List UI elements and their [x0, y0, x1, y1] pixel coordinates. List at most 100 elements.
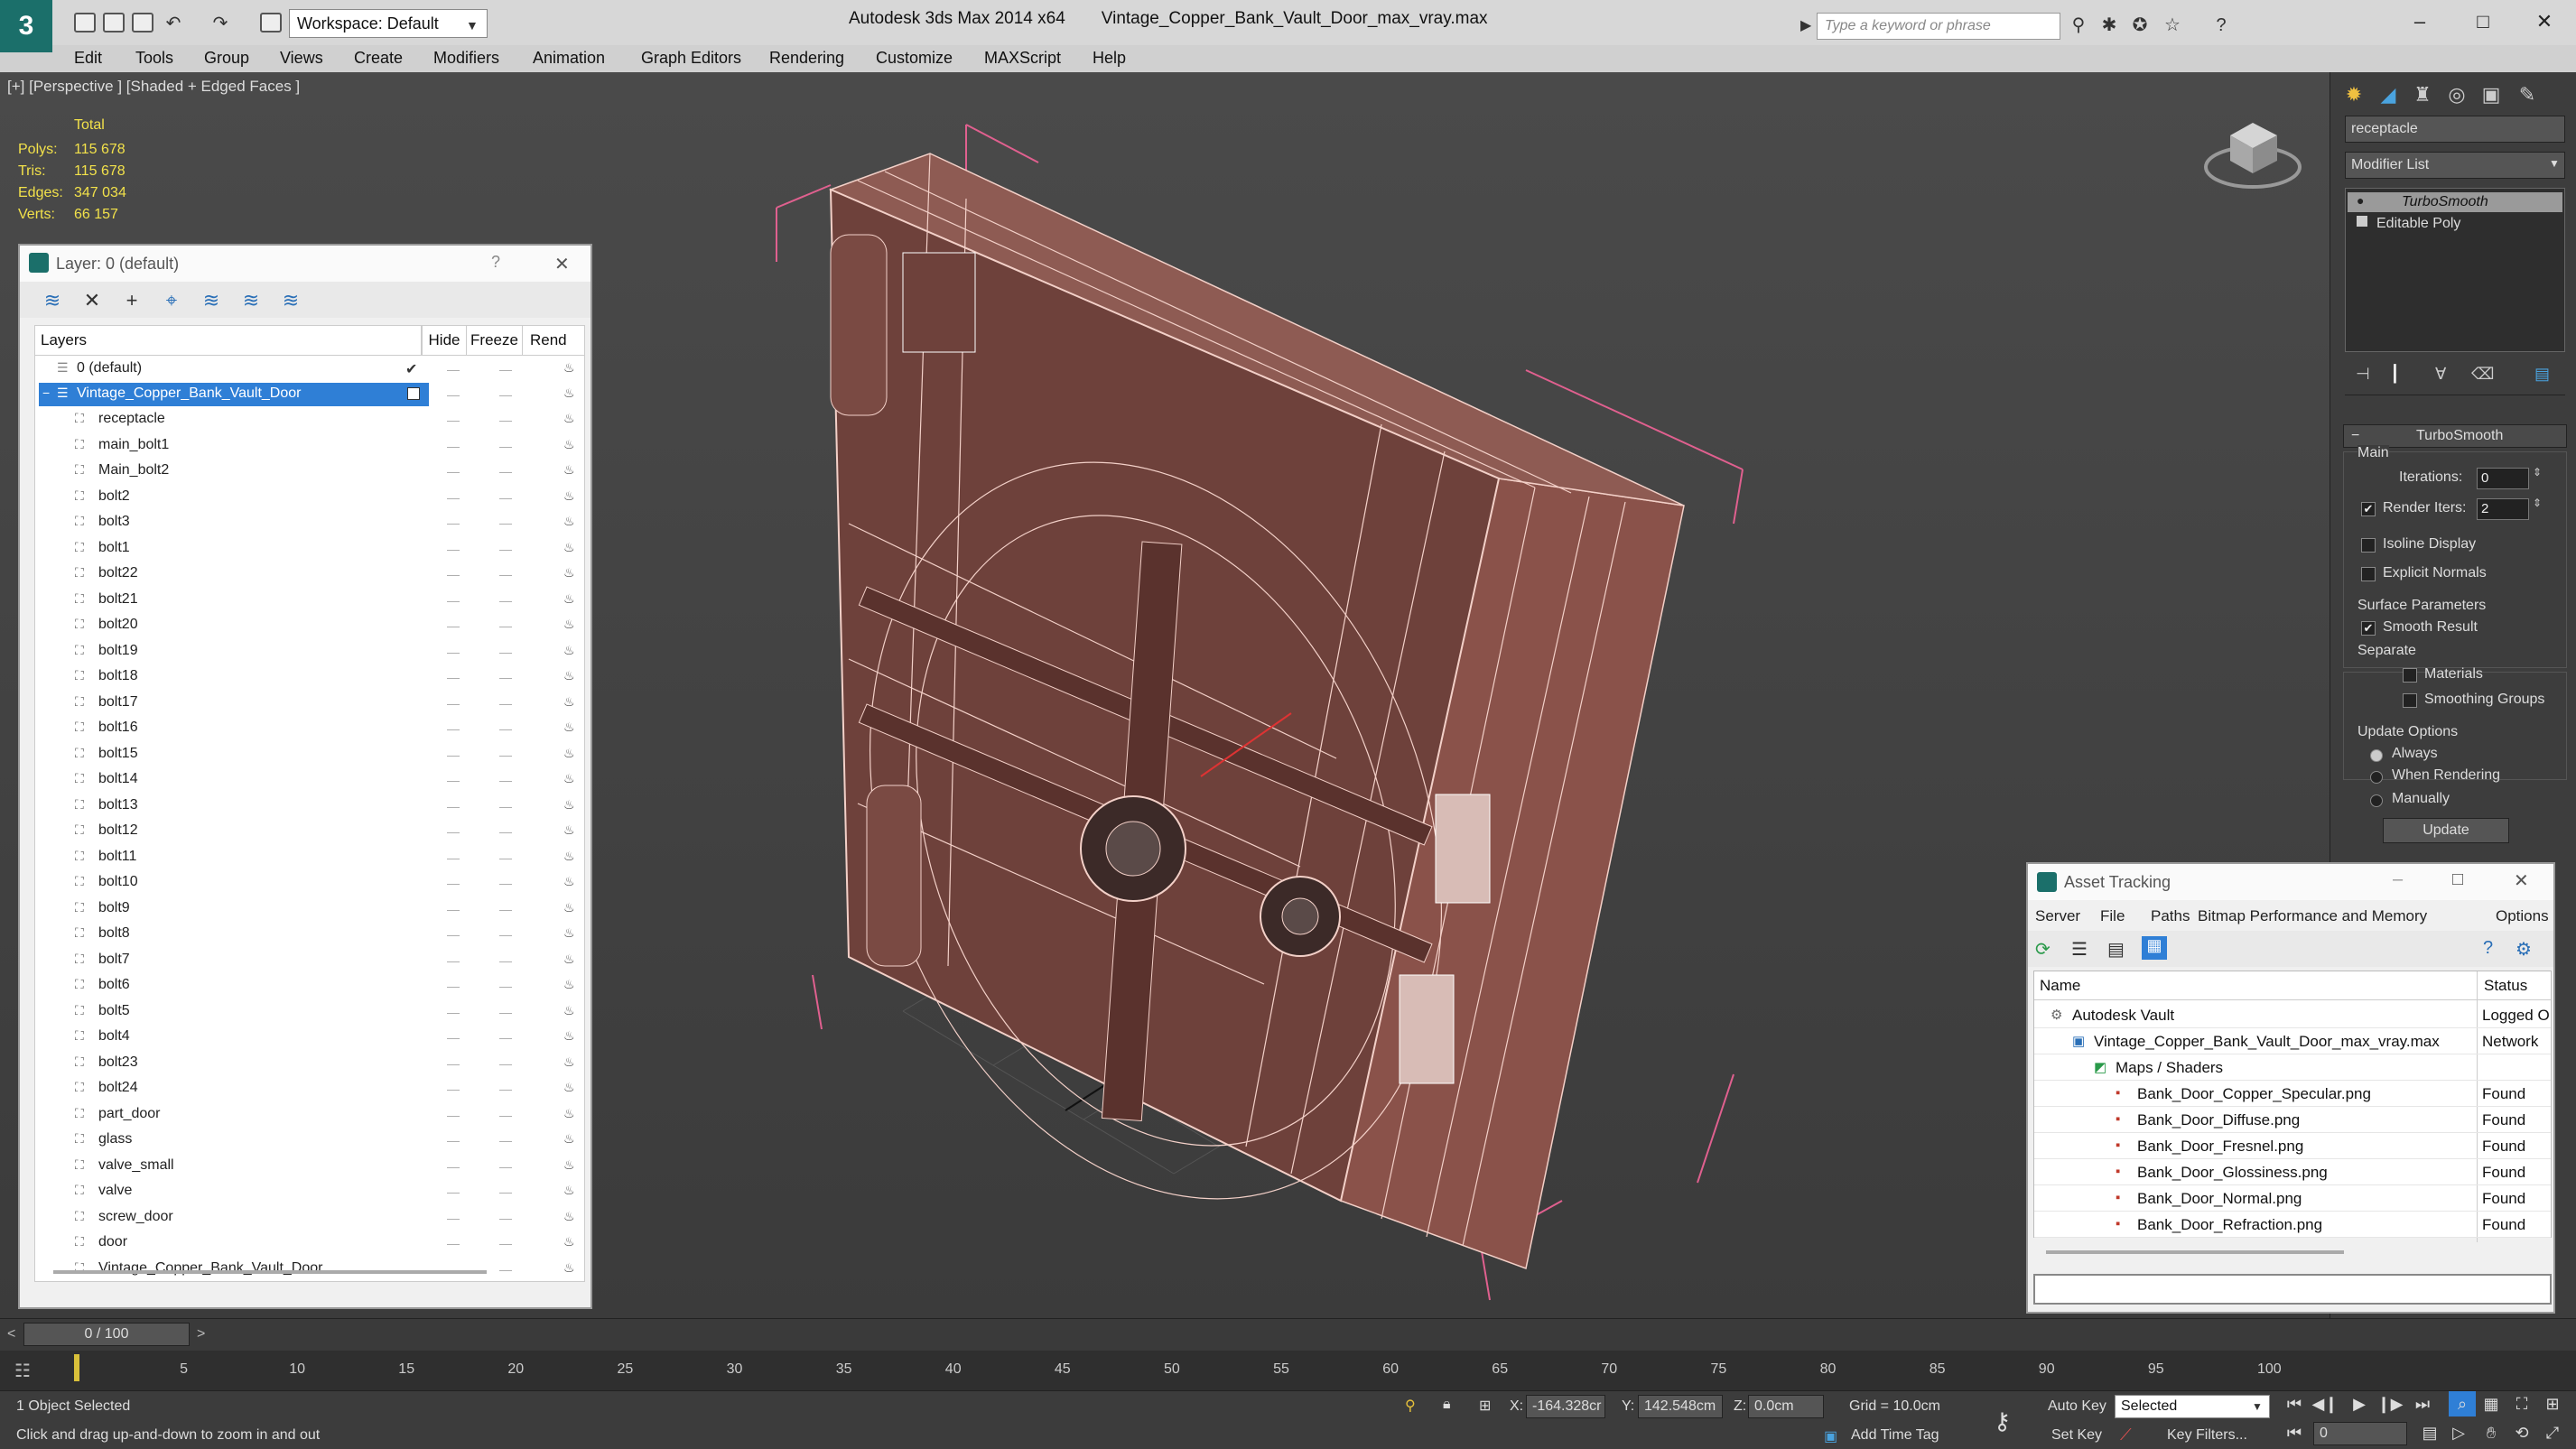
render-teapot-icon[interactable]: ♨: [563, 1054, 575, 1070]
refresh-icon[interactable]: ⟳: [2035, 938, 2051, 961]
render-teapot-icon[interactable]: ♨: [563, 1028, 575, 1044]
asset-menu-options[interactable]: Options: [2496, 907, 2549, 925]
render-teapot-icon[interactable]: ♨: [563, 874, 575, 889]
hide-toggle[interactable]: —: [447, 721, 460, 736]
update-button[interactable]: Update: [2383, 818, 2509, 843]
play-icon[interactable]: ▶: [2346, 1391, 2373, 1416]
layer-manager-panel[interactable]: Layer: 0 (default) ? ✕ ≋ ✕ + ⌖ ≋ ≋ ≋ Lay…: [18, 244, 592, 1309]
communication-icon[interactable]: ✪: [2129, 14, 2151, 36]
render-teapot-icon[interactable]: ♨: [563, 360, 575, 376]
hide-toggle[interactable]: —: [447, 1082, 460, 1096]
freeze-toggle[interactable]: —: [499, 1082, 512, 1096]
hide-toggle[interactable]: —: [447, 850, 460, 865]
hide-toggle[interactable]: —: [447, 464, 460, 478]
previous-frame-icon[interactable]: ◀❙: [2311, 1391, 2339, 1416]
layer-object-row[interactable]: ⛶ bolt7 — — ♨: [35, 948, 577, 973]
layer-object-row[interactable]: ⛶ receptacle — — ♨: [35, 407, 577, 432]
layer-object-row[interactable]: ⛶ screw_door — — ♨: [35, 1205, 577, 1231]
layer-list[interactable]: Layers Hide Freeze Rend ☰ 0 (default) ✔ …: [34, 325, 585, 1282]
hide-toggle[interactable]: —: [447, 927, 460, 942]
hide-toggle[interactable]: —: [447, 1211, 460, 1225]
stack-item-turbosmooth[interactable]: ● TurboSmooth: [2348, 192, 2562, 212]
asset-close-button[interactable]: ✕: [2514, 869, 2529, 892]
favorites-star-icon[interactable]: ☆: [2162, 14, 2183, 36]
hide-toggle[interactable]: —: [447, 1159, 460, 1174]
modifier-list-dropdown[interactable]: Modifier List: [2345, 152, 2565, 179]
hide-toggle[interactable]: —: [447, 799, 460, 813]
layer-object-row[interactable]: ⛶ bolt10 — — ♨: [35, 870, 577, 896]
y-coordinate-field[interactable]: 142.548cm: [1638, 1395, 1723, 1418]
hide-toggle[interactable]: —: [447, 824, 460, 839]
menu-tools[interactable]: Tools: [135, 49, 173, 68]
menu-group[interactable]: Group: [204, 49, 249, 68]
layer-help-button[interactable]: ?: [491, 253, 500, 272]
hide-toggle[interactable]: —: [447, 1005, 460, 1019]
hide-toggle[interactable]: —: [447, 439, 460, 453]
render-teapot-icon[interactable]: ♨: [563, 694, 575, 710]
layer-row-vault-door[interactable]: − ☰ Vintage_Copper_Bank_Vault_Door — — ♨: [35, 382, 577, 407]
zoom-extents-all-icon[interactable]: ⊞: [2539, 1391, 2566, 1416]
detail-view-icon[interactable]: ▤: [2107, 938, 2125, 961]
current-frame-field[interactable]: 0: [2313, 1422, 2407, 1445]
absolute-mode-icon[interactable]: ⊞: [1479, 1397, 1491, 1415]
set-key-icon[interactable]: ⟋: [2120, 1426, 2132, 1444]
col-status[interactable]: Status: [2484, 977, 2527, 995]
add-to-layer-icon[interactable]: +: [119, 289, 144, 312]
hide-toggle[interactable]: —: [447, 387, 460, 402]
render-teapot-icon[interactable]: ♨: [563, 1234, 575, 1249]
field-of-view-icon[interactable]: ▷: [2445, 1420, 2472, 1445]
render-teapot-icon[interactable]: ♨: [563, 643, 575, 658]
hide-toggle[interactable]: —: [447, 902, 460, 916]
open-file-icon[interactable]: [103, 13, 125, 33]
layer-object-row[interactable]: ⛶ bolt11 — — ♨: [35, 845, 577, 870]
hide-all-layers-icon[interactable]: ≋: [238, 289, 264, 312]
layer-object-row[interactable]: ⛶ bolt22 — — ♨: [35, 562, 577, 587]
render-teapot-icon[interactable]: ♨: [563, 565, 575, 581]
track-bar[interactable]: ☷ 5 10 15 20 25 30 35 40 45 50 55 60 65 70 75 80 85 90 95 1…: [0, 1351, 2576, 1390]
asset-scrollbar[interactable]: [2046, 1250, 2344, 1254]
make-unique-icon[interactable]: ∀: [2435, 365, 2446, 384]
orbit-icon[interactable]: ⟲: [2508, 1420, 2535, 1445]
modifier-stack[interactable]: ● TurboSmooth Editable Poly: [2345, 188, 2565, 352]
pan-icon[interactable]: ✋︎: [2478, 1420, 2505, 1445]
freeze-toggle[interactable]: —: [499, 696, 512, 711]
render-teapot-icon[interactable]: ♨: [563, 617, 575, 632]
render-teapot-icon[interactable]: ♨: [563, 385, 575, 401]
manually-radio[interactable]: [2370, 794, 2383, 807]
undo-icon[interactable]: ↶: [163, 13, 184, 34]
render-teapot-icon[interactable]: ♨: [563, 746, 575, 761]
highlight-layer-icon[interactable]: ≋: [199, 289, 224, 312]
freeze-toggle[interactable]: —: [499, 799, 512, 813]
when-rendering-radio[interactable]: [2370, 771, 2383, 784]
render-teapot-icon[interactable]: ♨: [563, 1003, 575, 1018]
render-teapot-icon[interactable]: ♨: [563, 771, 575, 786]
mini-curve-editor-icon[interactable]: ☷: [14, 1360, 31, 1382]
hide-toggle[interactable]: —: [447, 979, 460, 993]
list-view-icon[interactable]: ☰: [2071, 938, 2088, 961]
project-folder-icon[interactable]: [260, 13, 282, 33]
layer-object-row[interactable]: ⛶ bolt6 — — ♨: [35, 973, 577, 999]
hide-toggle[interactable]: —: [447, 696, 460, 711]
isoline-display-checkbox[interactable]: [2361, 538, 2376, 553]
layer-object-row[interactable]: ⛶ bolt9 — — ♨: [35, 896, 577, 922]
freeze-toggle[interactable]: —: [499, 1108, 512, 1122]
go-to-start-alt-icon[interactable]: ⏮: [2281, 1420, 2308, 1445]
layer-object-row[interactable]: ⛶ bolt5 — — ♨: [35, 999, 577, 1025]
spinner-arrows-icon[interactable]: ⇕: [2533, 466, 2542, 478]
zoom-extents-icon[interactable]: ⛶: [2508, 1391, 2535, 1416]
freeze-toggle[interactable]: —: [499, 1184, 512, 1199]
iterations-spinner[interactable]: 0: [2477, 468, 2529, 489]
asset-row[interactable]: ◩ Maps / Shaders: [2034, 1054, 2551, 1081]
key-set-dropdown[interactable]: Selected: [2115, 1395, 2270, 1418]
display-tab-icon[interactable]: ▣: [2475, 79, 2507, 110]
render-teapot-icon[interactable]: ♨: [563, 822, 575, 838]
layer-object-row[interactable]: ⛶ part_door — — ♨: [35, 1102, 577, 1128]
hide-toggle[interactable]: —: [447, 542, 460, 556]
time-slider-thumb[interactable]: 0 / 100: [23, 1323, 190, 1346]
menu-animation[interactable]: Animation: [533, 49, 605, 68]
binoculars-icon[interactable]: ⚲: [2068, 14, 2089, 36]
spinner-arrows-icon[interactable]: ⇕: [2533, 497, 2542, 509]
col-freeze[interactable]: Freeze: [467, 326, 523, 355]
col-render[interactable]: Rend: [523, 326, 584, 355]
asset-row[interactable]: ▪ Bank_Door_Copper_Specular.png Found: [2034, 1081, 2551, 1107]
